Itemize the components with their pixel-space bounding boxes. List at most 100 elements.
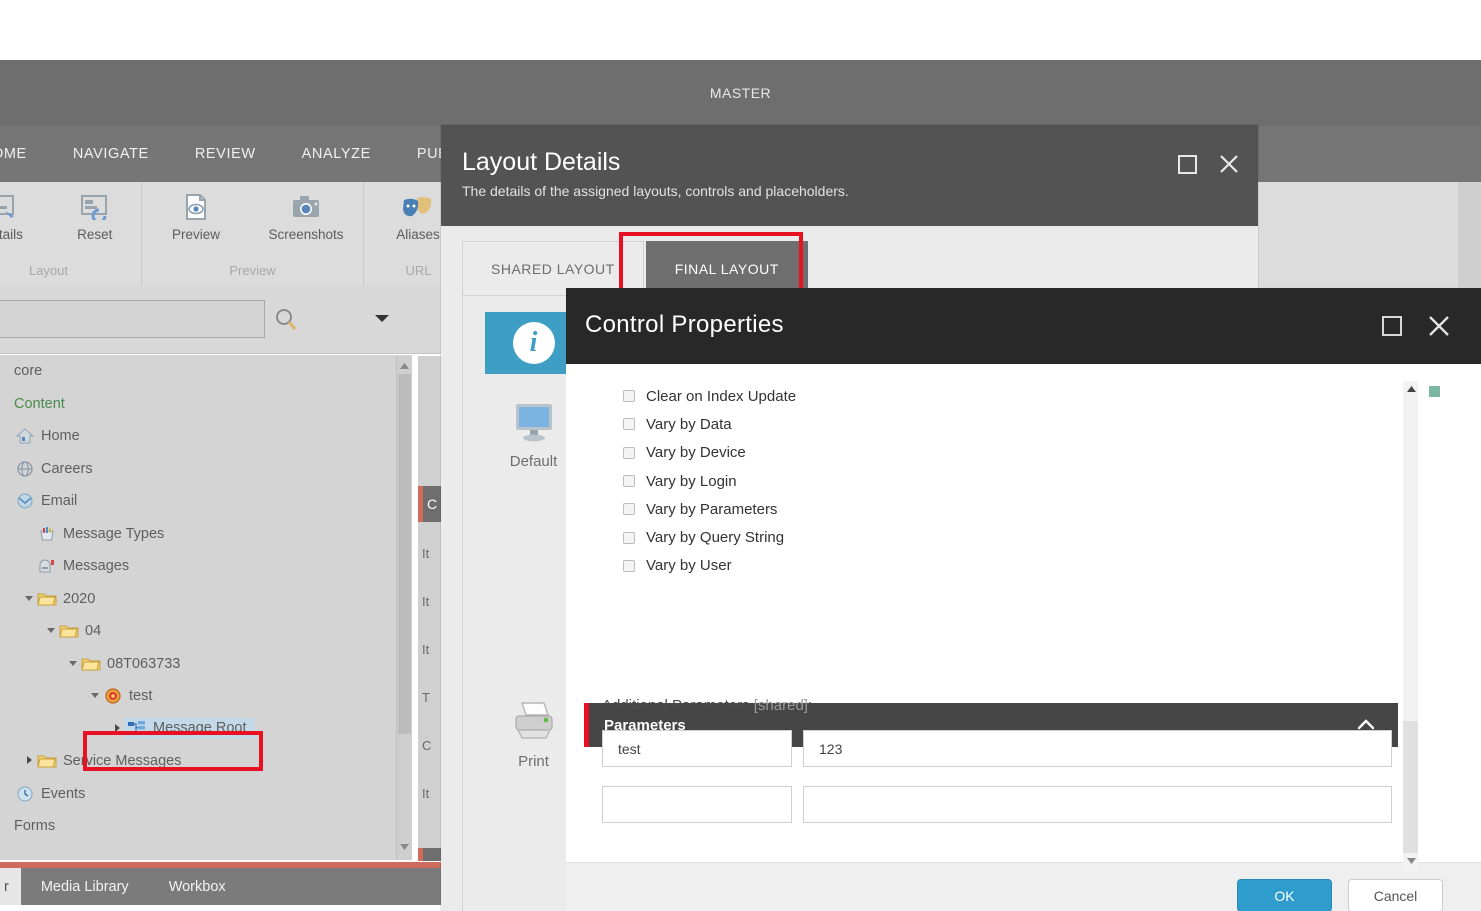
- tree-node-forms[interactable]: Forms: [0, 810, 412, 843]
- layout-details-tabs[interactable]: SHARED LAYOUT FINAL LAYOUT: [462, 241, 1238, 295]
- bottom-tab-active[interactable]: r: [0, 868, 21, 905]
- expander-collapse-icon[interactable]: [66, 658, 80, 670]
- tree-node-core[interactable]: core: [0, 355, 412, 388]
- tree-node-content[interactable]: core: [14, 363, 42, 379]
- checkbox-vary-by-user[interactable]: [623, 559, 635, 572]
- scroll-thumb[interactable]: [1403, 721, 1418, 853]
- checkbox-vary-by-data[interactable]: [623, 418, 635, 431]
- ribbon-tab-navigate[interactable]: NAVIGATE: [50, 126, 172, 182]
- layout-details-icon: [0, 190, 49, 224]
- tree-node-messages[interactable]: Messages: [0, 550, 412, 583]
- tree-node-content[interactable]: 2020: [36, 590, 95, 608]
- parameter-value-input-1[interactable]: [803, 730, 1392, 767]
- maximize-icon[interactable]: [1177, 154, 1198, 180]
- tree-node-content[interactable]: test: [102, 687, 152, 705]
- hidden-panel-row: T: [422, 690, 430, 705]
- tree-node-08t063733[interactable]: 08T063733: [0, 648, 412, 681]
- tree-node-content[interactable]: Content: [0, 388, 412, 421]
- ribbon-button-preview-label: Preview: [171, 227, 220, 242]
- close-icon[interactable]: [1218, 153, 1240, 180]
- checkbox-vary-by-login[interactable]: [623, 475, 635, 488]
- bottom-tab-workbox[interactable]: Workbox: [149, 879, 246, 895]
- tree-node-content[interactable]: Events: [14, 785, 85, 803]
- checkbox-row[interactable]: Vary by Parameters: [623, 495, 796, 523]
- layout-reset-icon: [49, 190, 142, 224]
- checkbox-vary-by-device[interactable]: [623, 446, 635, 459]
- ribbon-button-details[interactable]: Details: [0, 182, 49, 242]
- tree-node-careers[interactable]: Careers: [0, 453, 412, 486]
- tree-node-content[interactable]: 04: [58, 622, 101, 640]
- tree-node-service-messages[interactable]: Service Messages: [0, 745, 412, 778]
- layout-details-title: Layout Details: [462, 148, 621, 176]
- tree-node-content[interactable]: Home: [14, 427, 80, 445]
- tree-node-2020[interactable]: 2020: [0, 583, 412, 616]
- search-input[interactable]: [0, 300, 265, 338]
- tree-node-content[interactable]: Careers: [14, 460, 93, 478]
- tree-node-content[interactable]: Content: [14, 396, 65, 412]
- checkbox-row[interactable]: Vary by Login: [623, 467, 796, 495]
- ribbon-button-reset[interactable]: Reset: [49, 182, 142, 242]
- expander-collapse-icon[interactable]: [88, 690, 102, 702]
- expander-expand-icon[interactable]: [110, 723, 124, 735]
- expander-collapse-icon[interactable]: [44, 625, 58, 637]
- ribbon-button-reset-label: Reset: [77, 227, 113, 242]
- layout-tab-final-layout[interactable]: FINAL LAYOUT: [645, 241, 808, 295]
- checkbox-row[interactable]: Vary by User: [623, 552, 796, 580]
- checkbox-row[interactable]: Vary by Data: [623, 410, 796, 438]
- checkbox-label: Vary by User: [646, 557, 732, 575]
- scroll-down-icon[interactable]: [398, 839, 411, 857]
- ribbon-tab-analyze[interactable]: ANALYZE: [279, 126, 394, 182]
- master-label: MASTER: [709, 85, 772, 101]
- scroll-down-icon[interactable]: [1406, 857, 1417, 868]
- content-tree[interactable]: core Content Home Careers Email Message Types…: [0, 355, 412, 860]
- checkbox-row[interactable]: Clear on Index Update: [623, 382, 796, 410]
- ribbon-tab-review[interactable]: REVIEW: [172, 126, 279, 182]
- tree-node-content[interactable]: Service Messages: [36, 752, 181, 770]
- hidden-panel-row: It: [422, 642, 430, 657]
- scroll-thumb[interactable]: [398, 374, 411, 734]
- tree-node-email[interactable]: Email: [0, 485, 412, 518]
- tree-node-selected[interactable]: Message Root: [124, 718, 255, 740]
- ribbon-tab-ome[interactable]: OME: [0, 126, 50, 182]
- expander-collapse-icon[interactable]: [22, 593, 36, 605]
- tree-node-label: Service Messages: [63, 753, 182, 770]
- scroll-up-icon[interactable]: [1406, 385, 1417, 396]
- expander-expand-icon[interactable]: [22, 755, 36, 767]
- folder-icon: [80, 655, 102, 673]
- tree-node-message-types[interactable]: Message Types: [0, 518, 412, 551]
- tree-node-events[interactable]: Events: [0, 778, 412, 811]
- checkbox-row[interactable]: Vary by Device: [623, 439, 796, 467]
- tree-node-home[interactable]: Home: [0, 420, 412, 453]
- cancel-button[interactable]: Cancel: [1348, 879, 1443, 911]
- parameter-key-input-2[interactable]: [602, 786, 792, 823]
- chevron-down-icon[interactable]: [372, 311, 392, 330]
- tree-node-message-root[interactable]: Message Root: [0, 713, 412, 746]
- tree-node-label: 04: [85, 623, 102, 640]
- parameter-value-input-2[interactable]: [803, 786, 1392, 823]
- hidden-panel-row: C: [422, 738, 432, 753]
- checkbox-row[interactable]: Vary by Query String: [623, 523, 796, 551]
- checkbox-vary-by-query-string[interactable]: [623, 531, 635, 544]
- layout-tab-shared-layout[interactable]: SHARED LAYOUT: [462, 241, 644, 295]
- tree-node-content[interactable]: Forms: [14, 818, 55, 834]
- ribbon-button-preview[interactable]: Preview: [142, 182, 250, 242]
- ok-button[interactable]: OK: [1237, 879, 1332, 911]
- tree-node-content[interactable]: Messages: [36, 557, 129, 575]
- tree-node-04[interactable]: 04: [0, 615, 412, 648]
- bottom-tab-media-library[interactable]: Media Library: [21, 879, 149, 895]
- control-properties-scrollbar[interactable]: [1403, 381, 1418, 872]
- checkbox-vary-by-parameters[interactable]: [623, 503, 635, 516]
- search-icon[interactable]: [272, 306, 304, 334]
- tree-node-content[interactable]: Message Types: [36, 525, 164, 543]
- checkbox-clear-on-index-update[interactable]: [623, 390, 635, 403]
- additional-parameters-label: Additional Parameters [shared]:: [602, 697, 812, 714]
- vary-by-checkbox-list[interactable]: Clear on Index Update Vary by Data Vary by…: [623, 382, 796, 580]
- content-tree-scrollbar[interactable]: [396, 356, 412, 860]
- tree-node-test[interactable]: test: [0, 680, 412, 713]
- parameter-key-input-1[interactable]: [602, 730, 792, 767]
- tree-node-content[interactable]: Email: [14, 492, 77, 510]
- maximize-icon[interactable]: [1381, 315, 1403, 342]
- ribbon-button-screenshots[interactable]: Screenshots: [250, 182, 362, 242]
- tree-node-content[interactable]: 08T063733: [80, 655, 180, 673]
- close-icon[interactable]: [1427, 314, 1451, 343]
